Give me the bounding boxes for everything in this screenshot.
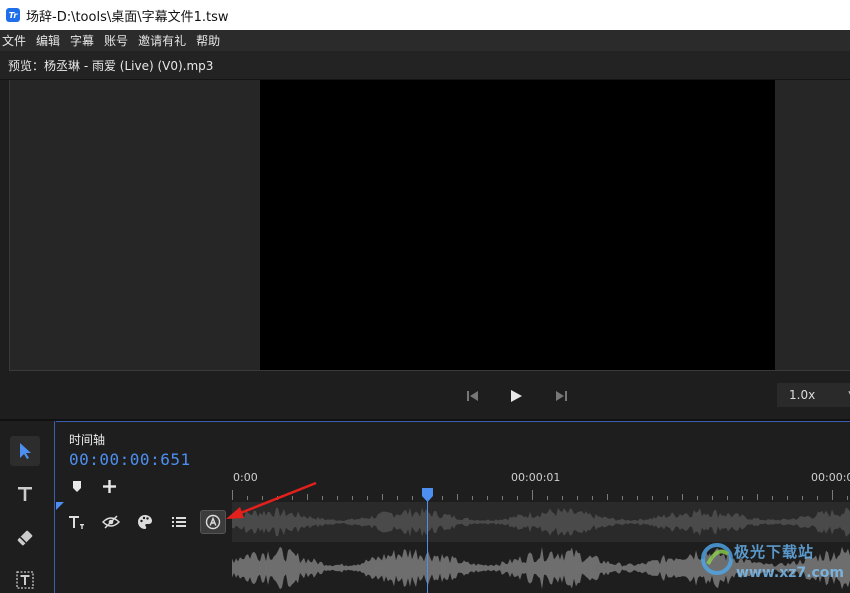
ruler-tick <box>532 490 533 500</box>
eraser-tool[interactable] <box>10 523 40 553</box>
ruler-tick <box>487 496 488 500</box>
preview-header: 预览：杨丞琳 - 雨爱 (Live) (V0).mp3 <box>0 51 850 79</box>
text-tool[interactable] <box>10 479 40 509</box>
watermark-url: www.xz7.com <box>736 565 844 581</box>
add-icon[interactable] <box>101 478 117 494</box>
ruler-tick <box>562 496 563 500</box>
ruler-tick <box>337 496 338 500</box>
ruler-tick <box>847 496 848 500</box>
ruler-tick <box>307 494 308 500</box>
list-icon[interactable] <box>166 510 192 534</box>
ruler-tick <box>592 496 593 500</box>
ruler-tick <box>727 496 728 500</box>
next-frame-icon[interactable] <box>553 388 569 404</box>
ruler-tick <box>382 494 383 500</box>
watermark-logo-icon <box>701 543 733 575</box>
select-tool[interactable] <box>10 436 40 466</box>
menu-subtitle[interactable]: 字幕 <box>70 32 94 49</box>
ruler-tick <box>232 490 233 500</box>
timeline-title: 时间轴 <box>69 433 106 447</box>
ruler-tick <box>802 496 803 500</box>
text-box-tool[interactable] <box>10 565 40 593</box>
eraser-icon <box>17 530 33 546</box>
menu-help[interactable]: 帮助 <box>196 32 220 49</box>
watermark: 极光下载站 www.xz7.com <box>700 540 850 593</box>
ruler-tick <box>757 494 758 500</box>
ruler-tick <box>607 494 608 500</box>
playhead-line <box>427 500 428 593</box>
menu-invite[interactable]: 邀请有礼 <box>138 32 186 49</box>
ruler-tick <box>277 496 278 500</box>
ruler-tick <box>322 496 323 500</box>
marker-icon[interactable] <box>69 478 85 494</box>
menu-account[interactable]: 账号 <box>104 32 128 49</box>
ruler-tick <box>247 496 248 500</box>
ruler-tick <box>652 496 653 500</box>
speed-value: 1.0x <box>789 388 816 402</box>
ruler-tick <box>517 496 518 500</box>
ruler-tick <box>697 496 698 500</box>
menu-bar: 文件 编辑 字幕 账号 邀请有礼 帮助 <box>0 30 850 51</box>
ruler-tick <box>637 496 638 500</box>
tool-strip <box>0 421 55 593</box>
ruler-tick <box>262 496 263 500</box>
ruler-label: 0:00 <box>233 471 258 484</box>
timeline-ruler[interactable]: 0:00 00:00:01 00:00:0 <box>232 467 850 502</box>
ruler-tick <box>472 496 473 500</box>
title-bar: Tr 场辞-D:\tools\桌面\字幕文件1.tsw <box>0 0 850 30</box>
track-tools <box>56 502 232 542</box>
ruler-tick <box>682 494 683 500</box>
ruler-tick <box>772 496 773 500</box>
playback-bar: 1.0x ▼ <box>0 371 850 419</box>
ruler-tick <box>667 496 668 500</box>
speed-select[interactable]: 1.0x ▼ <box>777 383 850 407</box>
current-time: 00:00:00:651 <box>69 450 191 469</box>
cursor-arrow-icon <box>20 443 31 459</box>
ruler-label: 00:00:0 <box>811 471 850 484</box>
menu-file[interactable]: 文件 <box>2 32 26 49</box>
ruler-tick <box>442 496 443 500</box>
ruler-tick <box>352 496 353 500</box>
ruler-ticks <box>232 490 850 500</box>
ruler-tick <box>412 496 413 500</box>
eye-hide-icon[interactable] <box>98 510 124 534</box>
ruler-label: 00:00:01 <box>511 471 561 484</box>
palette-icon[interactable] <box>132 510 158 534</box>
ruler-tick <box>457 494 458 500</box>
watermark-title: 极光下载站 <box>734 543 815 561</box>
auto-caption-icon[interactable] <box>200 510 226 534</box>
waveform-channel <box>232 507 850 537</box>
ruler-tick <box>397 496 398 500</box>
ruler-tick <box>292 496 293 500</box>
ruler-tick <box>742 496 743 500</box>
ruler-tick <box>577 496 578 500</box>
track-corner-marker <box>56 502 64 510</box>
ruler-tick <box>832 490 833 500</box>
video-canvas[interactable] <box>260 80 775 370</box>
ruler-tick <box>712 496 713 500</box>
play-icon[interactable] <box>508 388 524 404</box>
text-size-icon[interactable] <box>64 510 90 534</box>
app-logo-icon: Tr <box>6 8 20 22</box>
ruler-tick <box>502 496 503 500</box>
ruler-tick <box>367 496 368 500</box>
preview-file-label: 预览：杨丞琳 - 雨爱 (Live) (V0).mp3 <box>8 58 214 73</box>
text-t-icon <box>18 487 32 501</box>
ruler-tick <box>787 496 788 500</box>
menu-edit[interactable]: 编辑 <box>36 32 60 49</box>
previous-frame-icon[interactable] <box>465 388 481 404</box>
window-title: 场辞-D:\tools\桌面\字幕文件1.tsw <box>26 9 229 25</box>
text-box-icon <box>16 571 34 589</box>
ruler-tick <box>817 496 818 500</box>
ruler-tick <box>622 496 623 500</box>
ruler-tick <box>547 496 548 500</box>
